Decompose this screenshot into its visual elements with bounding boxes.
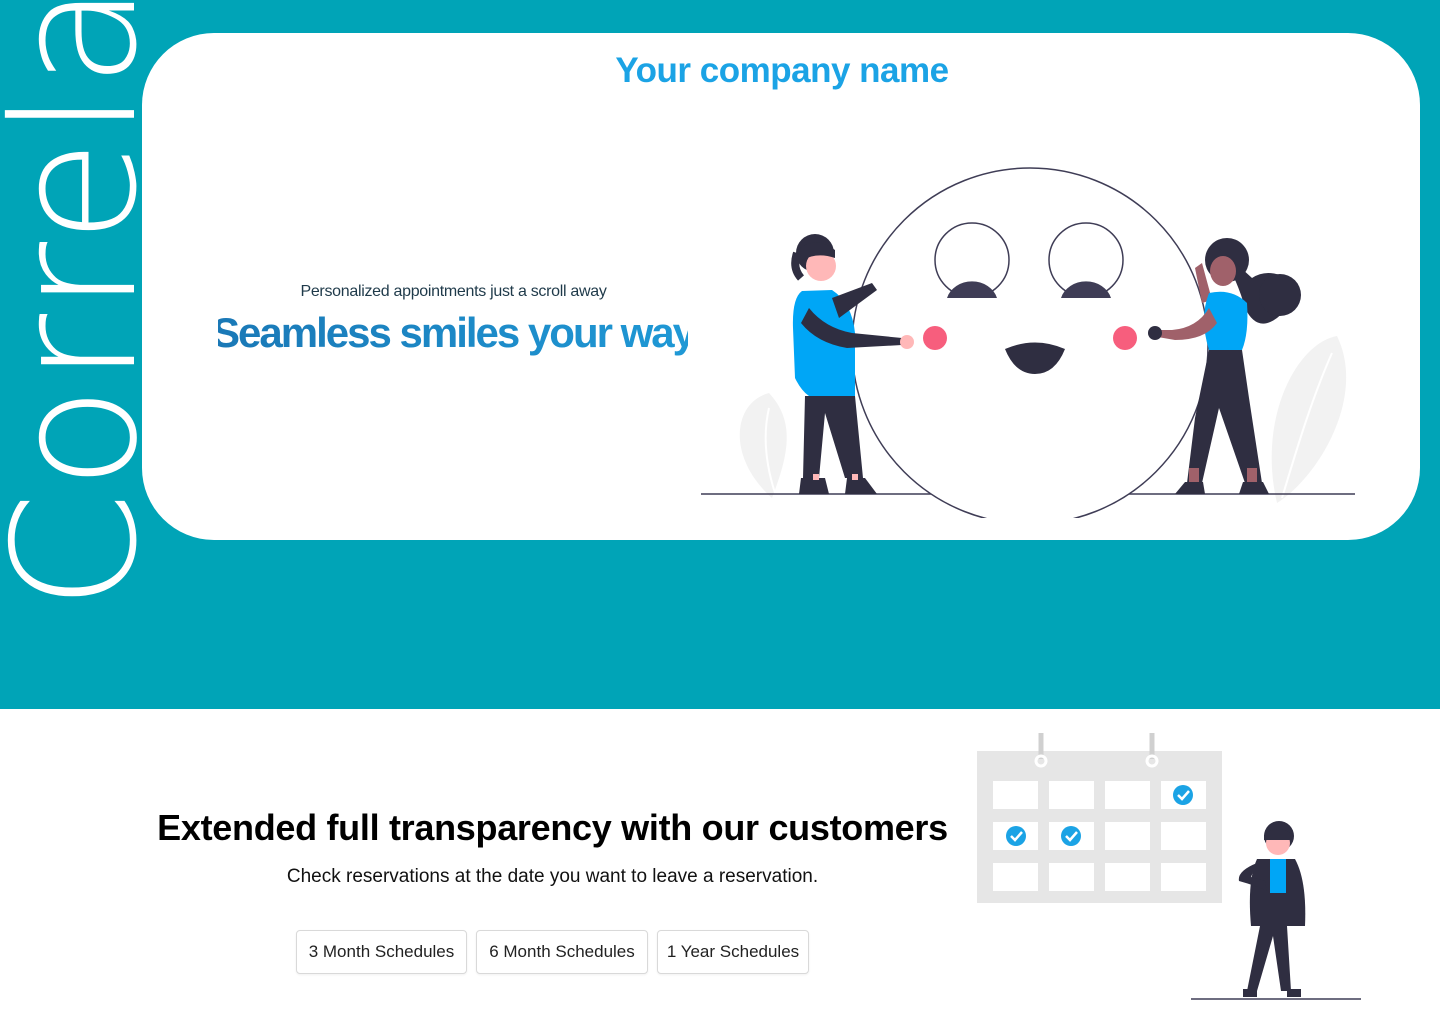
hero-card: Your company name Personalized appointme… [142, 33, 1420, 540]
six-month-schedules-button[interactable]: 6 Month Schedules [476, 930, 648, 974]
person-standing [1238, 821, 1306, 997]
feature-title: Extended full transparency with our cust… [157, 807, 948, 848]
check-circle-icon [1006, 826, 1026, 846]
hero-headline-text: Seamless smiles your way [218, 309, 688, 356]
page: Correla Your company name Personalized a… [0, 0, 1440, 1024]
hero-tagline: Personalized appointments just a scroll … [300, 283, 607, 300]
feature-subtitle: Check reservations at the date you want … [286, 866, 819, 887]
three-month-schedules-button[interactable]: 3 Month Schedules [296, 930, 467, 974]
one-year-schedules-button[interactable]: 1 Year Schedules [657, 930, 809, 974]
people-holding-smiley-face-illustration [701, 167, 1355, 518]
hero-headline: Seamless smiles your way [212, 303, 699, 373]
leaf-left-icon [739, 393, 787, 498]
check-circle-icon [1061, 826, 1081, 846]
check-circle-icon [1173, 785, 1193, 805]
calendar-with-person-illustration [977, 733, 1361, 1000]
company-name: Your company name [615, 51, 949, 90]
schedule-button-group: 3 Month Schedules 6 Month Schedules 1 Ye… [296, 930, 809, 974]
hero-section: Correla Your company name Personalized a… [0, 0, 1440, 709]
hero-headline-graphic: Seamless smiles your way [212, 309, 699, 356]
brand-logo-vertical: Correla [0, 0, 175, 611]
feature-section: Extended full transparency with our cust… [0, 709, 1440, 1024]
leaf-right-icon [1271, 336, 1347, 503]
